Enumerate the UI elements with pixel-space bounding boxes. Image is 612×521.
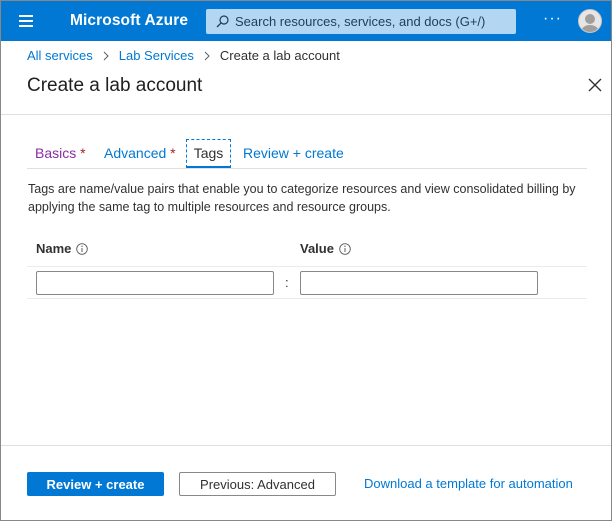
- tab-tags[interactable]: Tags: [186, 139, 231, 168]
- page-title: Create a lab account: [27, 75, 203, 96]
- tab-advanced[interactable]: Advanced *: [104, 139, 176, 168]
- azure-portal-window: Microsoft Azure Search resources, servic…: [0, 0, 612, 521]
- tag-value-input[interactable]: [300, 271, 538, 295]
- name-value-separator: :: [285, 275, 289, 290]
- name-column-header: Name: [36, 241, 89, 256]
- wizard-tabs: Basics * Advanced * Tags Review + create: [27, 139, 587, 169]
- tabs-divider: [27, 168, 587, 169]
- tab-advanced-label: Advanced: [104, 145, 167, 161]
- brand-title[interactable]: Microsoft Azure: [70, 12, 188, 30]
- value-header-label: Value: [300, 241, 334, 256]
- tab-review-create[interactable]: Review + create: [243, 139, 344, 168]
- required-marker: *: [80, 145, 86, 161]
- menu-icon[interactable]: [19, 15, 33, 27]
- header-divider: [1, 114, 611, 115]
- review-create-button[interactable]: Review + create: [27, 472, 164, 496]
- search-placeholder: Search resources, services, and docs (G+…: [235, 14, 486, 29]
- tag-name-input[interactable]: [36, 271, 274, 295]
- tags-description: Tags are name/value pairs that enable yo…: [28, 182, 576, 214]
- name-header-label: Name: [36, 241, 72, 256]
- tab-tags-label: Tags: [193, 145, 224, 161]
- breadcrumb-current: Create a lab account: [219, 48, 340, 63]
- breadcrumb-lab-services[interactable]: Lab Services: [119, 48, 194, 63]
- avatar[interactable]: [578, 9, 602, 33]
- tab-basics[interactable]: Basics *: [35, 139, 86, 168]
- table-row-divider: [27, 298, 587, 299]
- previous-button[interactable]: Previous: Advanced: [179, 472, 336, 496]
- user-avatar-icon: [581, 14, 599, 32]
- search-icon: [216, 15, 229, 28]
- tab-basics-label: Basics: [35, 145, 77, 161]
- search-box[interactable]: Search resources, services, and docs (G+…: [206, 9, 516, 34]
- info-icon[interactable]: [76, 242, 89, 255]
- info-icon[interactable]: [339, 242, 351, 255]
- footer-divider: [1, 445, 611, 446]
- table-row-divider: [27, 266, 587, 267]
- required-marker: *: [170, 145, 176, 161]
- more-options-icon[interactable]: ···: [543, 10, 562, 28]
- tab-review-create-label: Review + create: [243, 145, 344, 161]
- breadcrumb-all-services[interactable]: All services: [27, 48, 93, 63]
- chevron-right-icon: [103, 51, 109, 60]
- close-icon[interactable]: [587, 77, 603, 93]
- top-bar: Microsoft Azure Search resources, servic…: [1, 1, 611, 41]
- breadcrumb: All services Lab Services Create a lab a…: [27, 48, 340, 63]
- chevron-right-icon: [204, 51, 210, 60]
- download-template-link[interactable]: Download a template for automation: [364, 476, 573, 491]
- value-column-header: Value: [300, 241, 351, 256]
